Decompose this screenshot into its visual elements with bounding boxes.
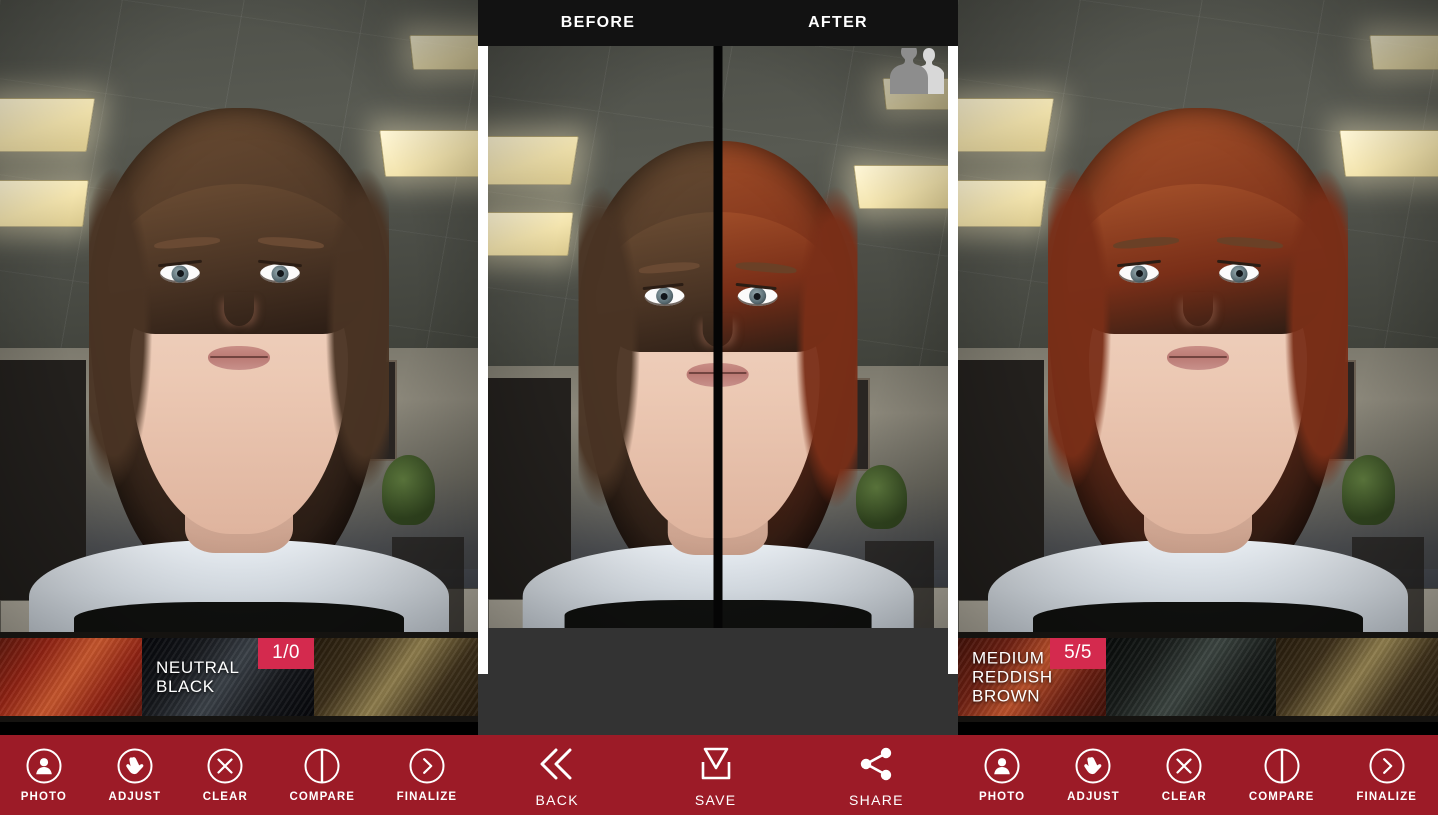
shade-number-badge: 1/0 [258, 638, 314, 669]
before-after-header: BEFORE AFTER [478, 0, 958, 46]
finalize-button[interactable]: FINALIZE [397, 747, 458, 803]
compare-button[interactable]: COMPARE [289, 747, 355, 803]
before-after-divider[interactable] [714, 46, 723, 628]
toolbar-label: ADJUST [1067, 791, 1120, 803]
editor-toolbar: PHOTO ADJUST CLEAR COMPARE FINALIZE [0, 735, 478, 815]
photo-icon [25, 747, 63, 785]
save-button[interactable]: SAVE [691, 742, 741, 808]
toolbar-label: CLEAR [1162, 791, 1207, 803]
after-label: AFTER [718, 0, 958, 46]
middle-panel-compare: BEFORE AFTER [478, 0, 958, 815]
compare-icon [303, 747, 341, 785]
right-panel-editor: MEDIUM REDDISH BROWN5/5 PHOTO ADJUST CLE… [958, 0, 1438, 815]
photo-button[interactable]: PHOTO [979, 747, 1025, 803]
toolbar-label: BACK [536, 792, 579, 808]
clear-button[interactable]: CLEAR [1162, 747, 1207, 803]
dark-blonde-swatch[interactable] [314, 638, 478, 716]
hair-texture [1276, 638, 1438, 716]
toolbar-label: SHARE [849, 792, 904, 808]
photo-icon [983, 747, 1021, 785]
soft-black-swatch[interactable] [1106, 638, 1276, 716]
blank-panel-area [478, 628, 958, 735]
back-button[interactable]: BACK [532, 742, 582, 808]
toolbar-label: FINALIZE [1356, 791, 1417, 803]
toolbar-label: FINALIZE [397, 791, 458, 803]
shade-swatch-strip[interactable]: MEDIUM REDDISH BROWN5/5 [958, 632, 1438, 722]
photo-button[interactable]: PHOTO [21, 747, 67, 803]
toolbar-label: COMPARE [289, 791, 355, 803]
toolbar-label: CLEAR [203, 791, 248, 803]
clear-icon [1165, 747, 1203, 785]
share-button[interactable]: SHARE [849, 742, 904, 808]
auburn-red-swatch[interactable] [0, 638, 142, 716]
toolbar-label: ADJUST [109, 791, 162, 803]
swatch-label: MEDIUM REDDISH BROWN [972, 648, 1053, 705]
save-tray-icon [691, 742, 741, 786]
shade-number-badge: 5/5 [1050, 638, 1106, 669]
subject-photo-colored[interactable] [958, 0, 1438, 632]
clear-button[interactable]: CLEAR [203, 747, 248, 803]
adjust-button[interactable]: ADJUST [1067, 747, 1120, 803]
swatch-label: NEUTRAL BLACK [156, 658, 240, 696]
finalize-icon [408, 747, 446, 785]
share-nodes-icon [851, 742, 901, 786]
subject-photo[interactable] [0, 0, 478, 632]
app-root: NEUTRAL BLACK 1/0 PHOTO ADJUST CLEAR COMP… [0, 0, 1438, 815]
hair-texture [0, 638, 142, 716]
toolbar-label: PHOTO [979, 791, 1025, 803]
left-panel-editor: NEUTRAL BLACK 1/0 PHOTO ADJUST CLEAR COMP… [0, 0, 478, 815]
dark-blonde-swatch[interactable] [1276, 638, 1438, 716]
adjust-button[interactable]: ADJUST [109, 747, 162, 803]
clear-icon [206, 747, 244, 785]
toolbar-label: COMPARE [1249, 791, 1315, 803]
shade-swatch-strip[interactable]: NEUTRAL BLACK 1/0 [0, 632, 478, 722]
compare-toolbar: BACK SAVE SHARE [478, 735, 958, 815]
medium-reddish-brown-swatch[interactable]: MEDIUM REDDISH BROWN5/5 [958, 638, 1106, 716]
finalize-icon [1368, 747, 1406, 785]
after-half [718, 46, 948, 628]
compare-button[interactable]: COMPARE [1249, 747, 1315, 803]
neutral-black-swatch[interactable]: NEUTRAL BLACK 1/0 [142, 638, 314, 716]
hair-texture [314, 638, 478, 716]
back-chevrons-icon [532, 742, 582, 786]
photo-side-margin [948, 46, 958, 674]
two-heads-icon [886, 48, 944, 99]
compare-icon [1263, 747, 1301, 785]
adjust-icon [1074, 747, 1112, 785]
adjust-icon [116, 747, 154, 785]
toolbar-label: SAVE [695, 792, 737, 808]
finalize-button[interactable]: FINALIZE [1356, 747, 1417, 803]
before-half [488, 46, 718, 628]
before-label: BEFORE [478, 0, 718, 46]
before-after-photo[interactable] [488, 46, 948, 628]
editor-toolbar: PHOTO ADJUST CLEAR COMPARE FINALIZE [958, 735, 1438, 815]
toolbar-label: PHOTO [21, 791, 67, 803]
photo-side-margin [478, 46, 488, 674]
hair-texture [1106, 638, 1276, 716]
